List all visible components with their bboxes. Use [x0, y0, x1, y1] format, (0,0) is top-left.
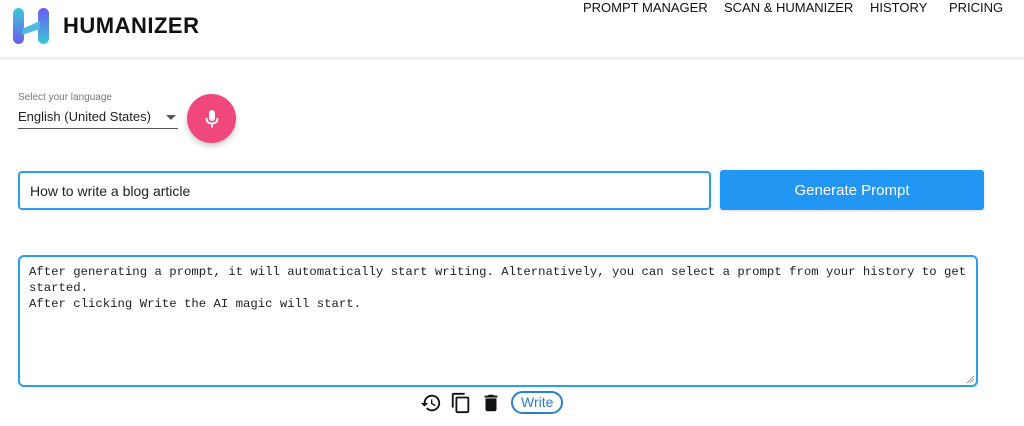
prompt-input[interactable]: [18, 171, 711, 210]
language-label: Select your language: [18, 92, 112, 103]
history-icon[interactable]: [420, 392, 442, 414]
app-header: HUMANIZER PROMPT MANAGER SCAN & HUMANIZE…: [0, 0, 1024, 58]
output-textarea[interactable]: After generating a prompt, it will autom…: [18, 255, 978, 387]
generate-prompt-button[interactable]: Generate Prompt: [720, 170, 984, 210]
delete-icon[interactable]: [480, 392, 502, 414]
dropdown-arrow-icon: [166, 115, 176, 120]
output-toolbar: Write: [420, 391, 620, 415]
humanizer-logo[interactable]: [12, 7, 50, 45]
write-button[interactable]: Write: [511, 391, 564, 414]
microphone-icon: [205, 109, 218, 127]
nav-pricing[interactable]: PRICING: [949, 0, 1003, 15]
nav-scan-humanizer[interactable]: SCAN & HUMANIZER: [724, 0, 853, 15]
language-value: English (United States): [18, 109, 151, 124]
nav-prompt-manager[interactable]: PROMPT MANAGER: [583, 0, 708, 15]
brand-name: HUMANIZER: [63, 13, 200, 38]
copy-icon[interactable]: [450, 392, 472, 414]
resize-grip-icon[interactable]: [966, 375, 975, 384]
language-selector: Select your language English (United Sta…: [18, 92, 178, 129]
microphone-button[interactable]: [187, 94, 236, 143]
language-select[interactable]: English (United States): [18, 107, 178, 129]
nav-history[interactable]: HISTORY: [870, 0, 927, 15]
